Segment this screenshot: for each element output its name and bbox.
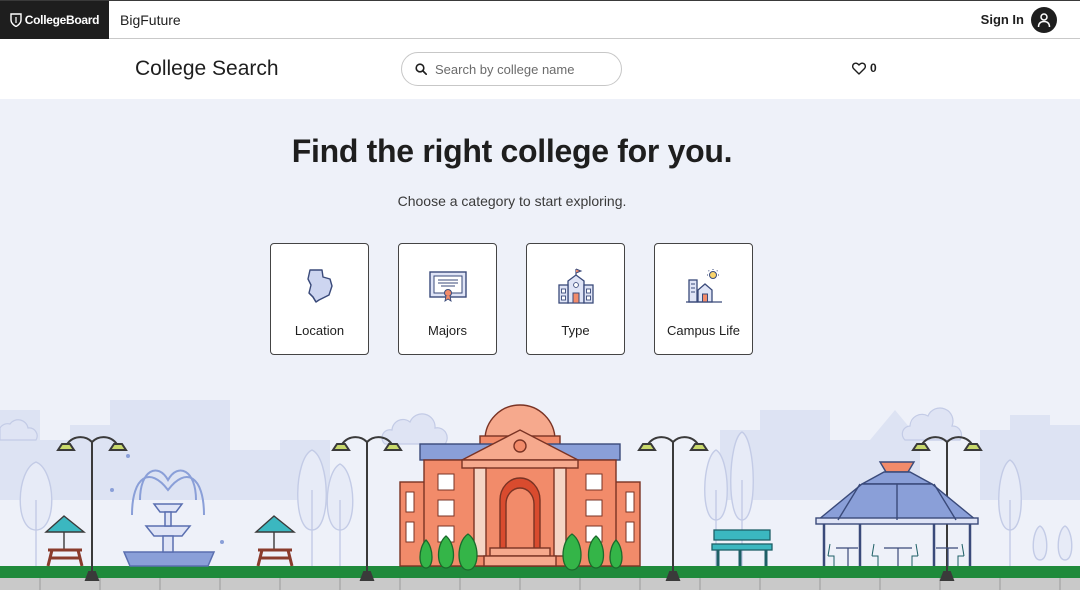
hero-subtitle: Choose a category to start exploring. [397, 193, 627, 209]
user-icon [1037, 13, 1051, 28]
search-header: College Search 0 [0, 39, 1080, 99]
category-cards: Location Majors Type Campus Life [270, 243, 753, 355]
campus-illustration [0, 400, 1080, 590]
grass [0, 566, 1080, 578]
sign-in-link[interactable]: Sign In [981, 12, 1024, 27]
sidewalk [0, 578, 1080, 590]
category-label: Type [561, 323, 590, 338]
avatar[interactable] [1031, 7, 1057, 33]
category-card-majors[interactable]: Majors [398, 243, 497, 355]
collegeboard-logo[interactable]: CollegeBoard [0, 0, 109, 39]
category-card-location[interactable]: Location [270, 243, 369, 355]
acorn-shield-icon [10, 12, 22, 27]
brand-name: CollegeBoard [24, 12, 100, 27]
heart-icon [852, 62, 866, 75]
hero-title: Find the right college for you. [291, 133, 733, 169]
category-card-campus-life[interactable]: Campus Life [654, 243, 753, 355]
map-state-icon [305, 266, 335, 306]
page-title: College Search [135, 57, 279, 80]
school-building-icon [556, 266, 596, 306]
search-icon [415, 63, 427, 75]
category-card-type[interactable]: Type [526, 243, 625, 355]
diploma-icon [428, 266, 468, 306]
category-label: Majors [427, 323, 467, 338]
favorites-count: 0 [870, 61, 877, 75]
campus-life-icon [684, 266, 724, 306]
top-nav: CollegeBoard BigFuture Sign In [0, 0, 1080, 39]
bigfuture-link[interactable]: BigFuture [120, 12, 181, 28]
search-box[interactable] [401, 52, 622, 86]
category-label: Campus Life [667, 323, 740, 338]
category-label: Location [294, 323, 345, 338]
search-input[interactable] [435, 61, 605, 77]
favorites-button[interactable]: 0 [852, 61, 877, 75]
